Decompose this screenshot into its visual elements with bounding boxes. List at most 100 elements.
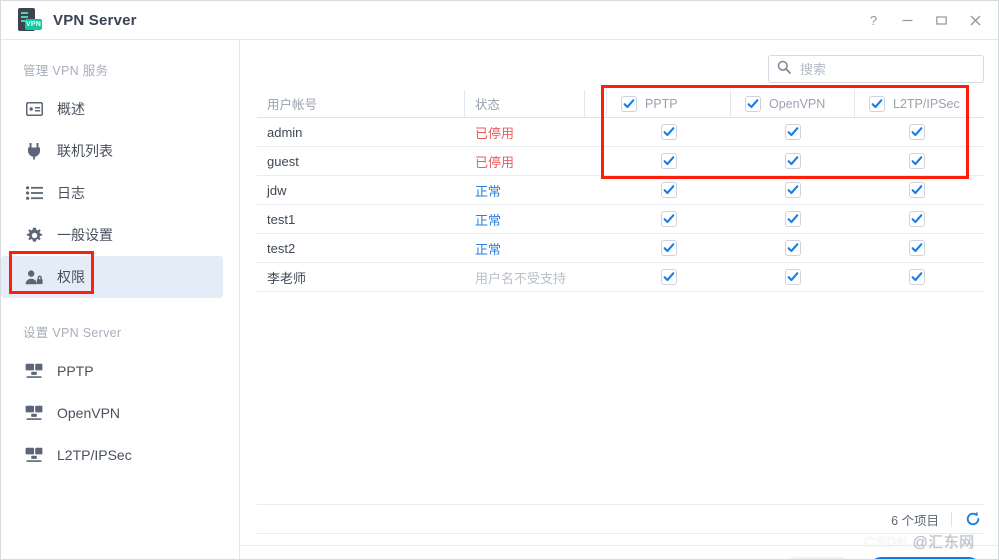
sidebar-item-openvpn[interactable]: OpenVPN	[1, 392, 239, 434]
permissions-table: 用户帐号 状态 PPTP OpenVPN	[257, 90, 984, 292]
table-row[interactable]: jdw 正常	[257, 176, 984, 205]
cell-openvpn[interactable]	[731, 263, 855, 291]
cell-l2tp[interactable]	[855, 234, 979, 262]
cell-pptp[interactable]	[607, 147, 731, 175]
cell-state: 已停用	[465, 118, 585, 146]
server-icon	[23, 361, 45, 381]
column-header-label: OpenVPN	[769, 97, 825, 111]
search-box[interactable]	[768, 55, 984, 83]
checkbox-openvpn[interactable]	[785, 211, 801, 227]
sidebar-item-connection-list[interactable]: 联机列表	[1, 130, 239, 172]
title-bar: VPN VPN Server ?	[1, 1, 999, 40]
vpn-server-logo-icon: VPN	[16, 7, 42, 33]
search-input[interactable]	[798, 61, 983, 78]
table-footer: 6 个项目	[257, 504, 984, 534]
column-header-user[interactable]: 用户帐号	[257, 90, 465, 117]
table-row[interactable]: guest 已停用	[257, 147, 984, 176]
search-icon	[777, 60, 791, 79]
cell-openvpn[interactable]	[731, 234, 855, 262]
app-title: VPN Server	[53, 12, 137, 29]
sidebar-section-setup: 设置 VPN Server	[1, 316, 239, 350]
sidebar-item-permission[interactable]: 权限	[1, 256, 223, 298]
checkbox-openvpn[interactable]	[785, 153, 801, 169]
cell-l2tp[interactable]	[855, 176, 979, 204]
checkbox-pptp[interactable]	[661, 153, 677, 169]
minimize-icon[interactable]	[890, 4, 924, 38]
select-all-checkbox-pptp[interactable]	[621, 96, 637, 112]
select-all-checkbox-openvpn[interactable]	[745, 96, 761, 112]
cell-openvpn[interactable]	[731, 118, 855, 146]
cell-pptp[interactable]	[607, 234, 731, 262]
window-controls: ?	[856, 1, 992, 40]
checkbox-l2tp[interactable]	[909, 240, 925, 256]
sidebar-item-general-settings[interactable]: 一般设置	[1, 214, 239, 256]
column-header-state[interactable]: 状态	[465, 90, 585, 117]
sidebar-item-label: OpenVPN	[57, 405, 120, 421]
checkbox-pptp[interactable]	[661, 269, 677, 285]
checkbox-openvpn[interactable]	[785, 182, 801, 198]
sidebar-item-overview[interactable]: 概述	[1, 88, 239, 130]
checkbox-openvpn[interactable]	[785, 240, 801, 256]
svg-text:?: ?	[869, 14, 876, 27]
sidebar: 管理 VPN 服务 概述 联机列表	[1, 40, 240, 560]
table-row[interactable]: 李老师 用户名不受支持	[257, 263, 984, 292]
cell-l2tp[interactable]	[855, 118, 979, 146]
checkbox-openvpn[interactable]	[785, 124, 801, 140]
sidebar-item-label: 概述	[57, 99, 85, 119]
column-header-pptp[interactable]: PPTP	[607, 90, 731, 117]
overview-icon	[23, 99, 45, 119]
select-all-checkbox-l2tp[interactable]	[869, 96, 885, 112]
cell-spacer	[585, 118, 607, 146]
cell-spacer	[585, 263, 607, 291]
cell-openvpn[interactable]	[731, 205, 855, 233]
cell-state: 正常	[465, 176, 585, 204]
cell-pptp[interactable]	[607, 263, 731, 291]
sidebar-item-pptp[interactable]: PPTP	[1, 350, 239, 392]
table-header-row: 用户帐号 状态 PPTP OpenVPN	[257, 90, 984, 118]
table-row[interactable]: test2 正常	[257, 234, 984, 263]
maximize-icon[interactable]	[924, 4, 958, 38]
refresh-icon[interactable]	[964, 510, 982, 528]
checkbox-l2tp[interactable]	[909, 211, 925, 227]
table-row[interactable]: test1 正常	[257, 205, 984, 234]
cell-user: test1	[257, 205, 465, 233]
sidebar-item-log[interactable]: 日志	[1, 172, 239, 214]
sidebar-section-manage: 管理 VPN 服务	[1, 54, 239, 88]
cell-pptp[interactable]	[607, 118, 731, 146]
cell-openvpn[interactable]	[731, 147, 855, 175]
cell-spacer	[585, 234, 607, 262]
main-content: 用户帐号 状态 PPTP OpenVPN	[241, 40, 999, 560]
cell-state: 用户名不受支持	[465, 263, 585, 291]
action-button-bar: 重置 应用	[241, 545, 999, 560]
help-icon[interactable]: ?	[856, 4, 890, 38]
checkbox-pptp[interactable]	[661, 124, 677, 140]
connection-list-icon	[23, 141, 45, 161]
cell-user: jdw	[257, 176, 465, 204]
checkbox-l2tp[interactable]	[909, 124, 925, 140]
sidebar-item-l2tp-ipsec[interactable]: L2TP/IPSec	[1, 434, 239, 476]
checkbox-l2tp[interactable]	[909, 269, 925, 285]
server-icon	[23, 445, 45, 465]
checkbox-l2tp[interactable]	[909, 182, 925, 198]
cell-spacer	[585, 147, 607, 175]
cell-l2tp[interactable]	[855, 263, 979, 291]
cell-pptp[interactable]	[607, 205, 731, 233]
cell-l2tp[interactable]	[855, 147, 979, 175]
cell-openvpn[interactable]	[731, 176, 855, 204]
checkbox-openvpn[interactable]	[785, 269, 801, 285]
checkbox-l2tp[interactable]	[909, 153, 925, 169]
cell-state: 正常	[465, 205, 585, 233]
checkbox-pptp[interactable]	[661, 182, 677, 198]
item-count-label: 6 个项目	[891, 510, 939, 529]
column-header-l2tp-ipsec[interactable]: L2TP/IPSec	[855, 90, 979, 117]
footer-divider	[951, 512, 952, 527]
close-icon[interactable]	[958, 4, 992, 38]
cell-pptp[interactable]	[607, 176, 731, 204]
logo-badge-text: VPN	[25, 19, 42, 30]
cell-l2tp[interactable]	[855, 205, 979, 233]
gear-icon	[23, 225, 45, 245]
column-header-openvpn[interactable]: OpenVPN	[731, 90, 855, 117]
checkbox-pptp[interactable]	[661, 240, 677, 256]
table-row[interactable]: admin 已停用	[257, 118, 984, 147]
checkbox-pptp[interactable]	[661, 211, 677, 227]
